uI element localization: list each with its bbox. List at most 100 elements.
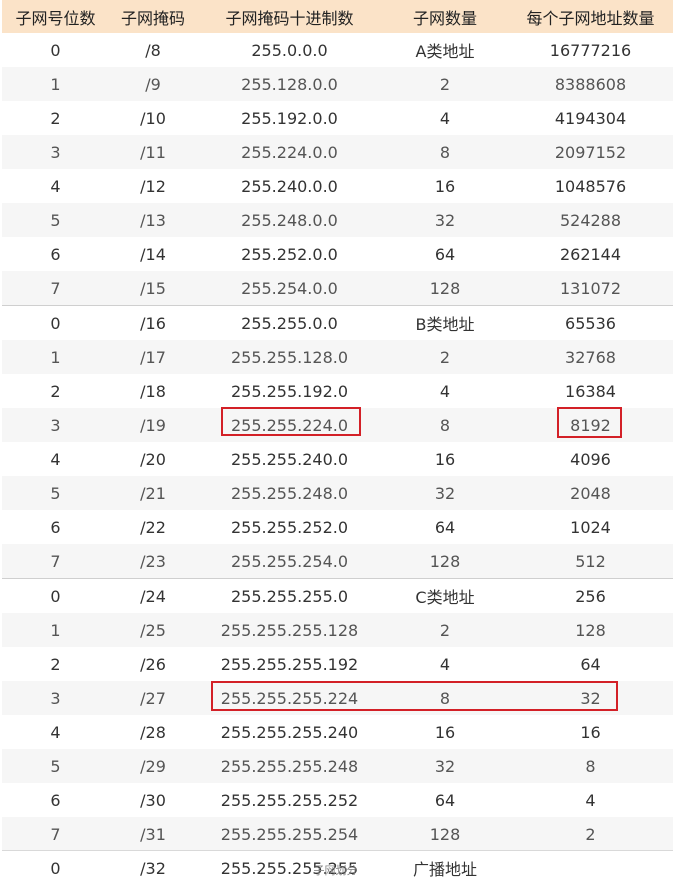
cell-prefix: /31	[109, 817, 197, 851]
cell-prefix: /30	[109, 783, 197, 817]
cell-subnet-bits: 0	[2, 578, 109, 613]
cell-hosts-per-subnet: 32768	[508, 340, 673, 374]
cell-hosts-per-subnet: 2	[508, 817, 673, 851]
cell-hosts-per-subnet: 65536	[508, 305, 673, 340]
table-bottom-rule	[2, 850, 673, 851]
cell-subnet-count: 2	[382, 613, 508, 647]
cell-mask-decimal: 255.255.255.224	[197, 681, 382, 715]
table-row: 0/16 255.255.0.0 B类地址 65536	[2, 305, 673, 340]
cell-subnet-bits: 5	[2, 749, 109, 783]
table-row: 4/20 255.255.240.0 16 4096	[2, 442, 673, 476]
cell-subnet-bits: 6	[2, 510, 109, 544]
cell-mask-decimal: 255.255.224.0	[197, 408, 382, 442]
cell-hosts-per-subnet: 2048	[508, 476, 673, 510]
table-row: 1/17 255.255.128.0 2 32768	[2, 340, 673, 374]
table-row: 0/24 255.255.255.0 C类地址 256	[2, 578, 673, 613]
cell-mask-decimal: 255.255.248.0	[197, 476, 382, 510]
cell-hosts-per-subnet: 16777216	[508, 33, 673, 67]
table-row: 7/23 255.255.254.0 128 512	[2, 544, 673, 579]
table-row: 5/21 255.255.248.0 32 2048	[2, 476, 673, 510]
table-row: 3/11 255.224.0.0 8 2097152	[2, 135, 673, 169]
header-mask-decimal: 子网掩码十进制数	[197, 0, 382, 33]
cell-prefix: /23	[109, 544, 197, 579]
cell-subnet-count: 4	[382, 101, 508, 135]
cell-subnet-count: 32	[382, 749, 508, 783]
table-row: 2/18 255.255.192.0 4 16384	[2, 374, 673, 408]
table-row: 4/12 255.240.0.0 16 1048576	[2, 169, 673, 203]
cell-subnet-bits: 7	[2, 544, 109, 579]
cell-subnet-count: 16	[382, 442, 508, 476]
header-row: 子网号位数 子网掩码 子网掩码十进制数 子网数量 每个子网地址数量	[2, 0, 673, 33]
table-row: 5/13 255.248.0.0 32 524288	[2, 203, 673, 237]
subnet-table-container: 子网号位数 子网掩码 子网掩码十进制数 子网数量 每个子网地址数量 0/8 255…	[2, 0, 673, 885]
table-row: 3/27 255.255.255.224 8 32	[2, 681, 673, 715]
cell-mask-decimal: 255.128.0.0	[197, 67, 382, 101]
cell-prefix: /29	[109, 749, 197, 783]
cell-subnet-count: C类地址	[382, 578, 508, 613]
cell-mask-decimal: 255.192.0.0	[197, 101, 382, 135]
cell-prefix: /17	[109, 340, 197, 374]
cell-hosts-per-subnet: 131072	[508, 271, 673, 306]
cell-subnet-bits: 4	[2, 169, 109, 203]
cell-subnet-bits: 0	[2, 305, 109, 340]
subnet-table: 子网号位数 子网掩码 子网掩码十进制数 子网数量 每个子网地址数量 0/8 255…	[2, 0, 673, 885]
cell-hosts-per-subnet: 512	[508, 544, 673, 579]
table-row: 1/25 255.255.255.128 2 128	[2, 613, 673, 647]
cell-mask-decimal: 255.255.0.0	[197, 305, 382, 340]
cell-prefix: /15	[109, 271, 197, 306]
cell-hosts-per-subnet: 128	[508, 613, 673, 647]
cell-mask-decimal: 255.255.252.0	[197, 510, 382, 544]
table-row: 4/28 255.255.255.240 16 16	[2, 715, 673, 749]
cell-subnet-count: 2	[382, 340, 508, 374]
cell-prefix: /18	[109, 374, 197, 408]
cell-subnet-count: 4	[382, 374, 508, 408]
table-row: 7/31 255.255.255.254 128 2	[2, 817, 673, 851]
cell-mask-decimal: 255.0.0.0	[197, 33, 382, 67]
figure-caption: 子网划分	[313, 864, 358, 877]
cell-mask-decimal: 255.252.0.0	[197, 237, 382, 271]
cell-hosts-per-subnet: 2097152	[508, 135, 673, 169]
cell-hosts-per-subnet: 64	[508, 647, 673, 681]
cell-subnet-count: 128	[382, 544, 508, 579]
cell-hosts-per-subnet: 4096	[508, 442, 673, 476]
cell-prefix: /11	[109, 135, 197, 169]
cell-hosts-per-subnet: 8192	[508, 408, 673, 442]
cell-prefix: /14	[109, 237, 197, 271]
cell-prefix: /26	[109, 647, 197, 681]
table-row: 2/26 255.255.255.192 4 64	[2, 647, 673, 681]
cell-mask-decimal: 255.255.255.128	[197, 613, 382, 647]
header-hosts-per-subnet: 每个子网地址数量	[508, 0, 673, 33]
cell-subnet-bits: 4	[2, 442, 109, 476]
cell-mask-decimal: 255.255.255.254	[197, 817, 382, 851]
cell-subnet-count: 4	[382, 647, 508, 681]
cell-prefix: /12	[109, 169, 197, 203]
table-row: 1/9 255.128.0.0 2 8388608	[2, 67, 673, 101]
cell-hosts-per-subnet: 256	[508, 578, 673, 613]
cell-hosts-per-subnet: 16	[508, 715, 673, 749]
cell-prefix: /10	[109, 101, 197, 135]
table-row: 6/14 255.252.0.0 64 262144	[2, 237, 673, 271]
cell-prefix: /9	[109, 67, 197, 101]
cell-mask-decimal: 255.240.0.0	[197, 169, 382, 203]
cell-subnet-count: 128	[382, 817, 508, 851]
cell-subnet-count: 32	[382, 476, 508, 510]
cell-subnet-count: 8	[382, 135, 508, 169]
cell-prefix: /16	[109, 305, 197, 340]
cell-mask-decimal: 255.255.255.248	[197, 749, 382, 783]
cell-prefix: /24	[109, 578, 197, 613]
cell-subnet-bits: 2	[2, 101, 109, 135]
cell-subnet-count: 64	[382, 237, 508, 271]
cell-hosts-per-subnet: 32	[508, 681, 673, 715]
cell-mask-decimal: 255.254.0.0	[197, 271, 382, 306]
cell-subnet-bits: 2	[2, 374, 109, 408]
cell-prefix: /28	[109, 715, 197, 749]
cell-subnet-bits: 7	[2, 817, 109, 851]
cell-mask-decimal: 255.255.254.0	[197, 544, 382, 579]
cell-subnet-bits: 1	[2, 613, 109, 647]
table-body: 0/8 255.0.0.0 A类地址 16777216 1/9 255.128.0.0 2 8…	[2, 33, 673, 885]
cell-mask-decimal: 255.255.255.192	[197, 647, 382, 681]
cell-hosts-per-subnet: 1024	[508, 510, 673, 544]
cell-hosts-per-subnet: 8	[508, 749, 673, 783]
cell-subnet-bits: 3	[2, 408, 109, 442]
cell-subnet-bits: 0	[2, 33, 109, 67]
